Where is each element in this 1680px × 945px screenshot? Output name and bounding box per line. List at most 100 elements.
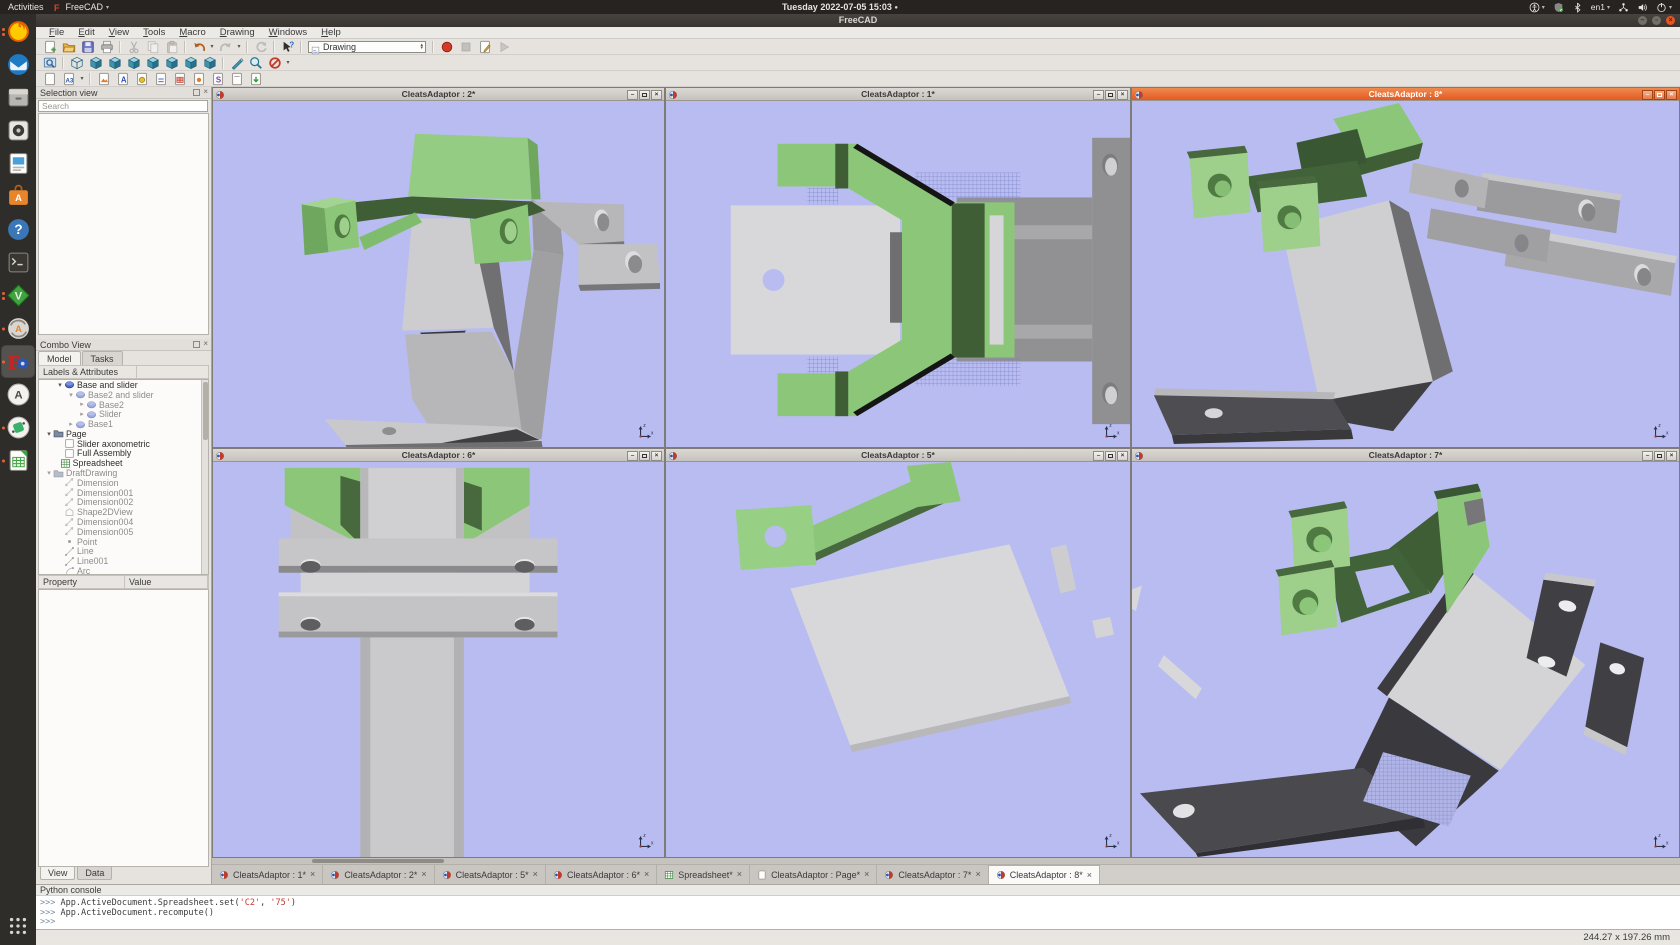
tab-tasks[interactable]: Tasks xyxy=(82,351,123,365)
tree-item-arc[interactable]: Arc xyxy=(39,566,208,575)
dock-item-gnome-boxes[interactable] xyxy=(2,412,34,443)
document-tab-cleatsadaptor-page-[interactable]: CleatsAdaptor : Page*× xyxy=(750,865,877,884)
mdi-minimize-button[interactable]: – xyxy=(627,90,638,100)
insert-view-button[interactable] xyxy=(94,71,113,86)
tree-item-base2[interactable]: ▸Base2 xyxy=(39,400,208,410)
macro-record-button[interactable] xyxy=(437,39,456,54)
menu-macro[interactable]: Macro xyxy=(172,27,212,39)
print-button[interactable] xyxy=(97,39,116,54)
expander-open-icon[interactable]: ▾ xyxy=(67,391,75,399)
tab-view[interactable]: View xyxy=(40,867,75,880)
mdi-maximize-button[interactable] xyxy=(1654,90,1665,100)
mdi-maximize-button[interactable] xyxy=(639,90,650,100)
refresh-button[interactable] xyxy=(251,39,270,54)
paste-button[interactable] xyxy=(162,39,181,54)
template-button[interactable] xyxy=(227,71,246,86)
viewport-3d[interactable]: zx xyxy=(213,101,664,447)
tab-model[interactable]: Model xyxy=(38,351,81,365)
mdi-window-titlebar[interactable]: CleatsAdaptor : 1*–× xyxy=(666,88,1130,101)
measure-distance-button[interactable] xyxy=(227,55,246,70)
property-editor[interactable] xyxy=(38,589,209,867)
viewport-3d[interactable]: zx xyxy=(666,101,1130,447)
search-input[interactable] xyxy=(38,100,208,112)
show-applications-button[interactable] xyxy=(2,911,34,941)
mdi-minimize-button[interactable]: – xyxy=(627,451,638,461)
view-front-button[interactable] xyxy=(105,55,124,70)
viewport-3d[interactable]: zx xyxy=(666,462,1130,857)
mdi-close-button[interactable]: × xyxy=(651,451,662,461)
mdi-close-button[interactable]: × xyxy=(1666,90,1677,100)
tab-close-icon[interactable]: × xyxy=(644,870,649,879)
zoom-in-button[interactable] xyxy=(246,55,265,70)
view-left-button[interactable] xyxy=(200,55,219,70)
tree-item-slider[interactable]: ▸Slider xyxy=(39,409,208,419)
python-console-header[interactable]: Python console xyxy=(36,885,1680,896)
tray-item[interactable] xyxy=(1618,2,1629,13)
close-button[interactable]: × xyxy=(1666,16,1675,25)
save-document-button[interactable] xyxy=(78,39,97,54)
mdi-minimize-button[interactable]: – xyxy=(1093,451,1104,461)
dock-item-help[interactable]: ? xyxy=(2,214,34,245)
new-a3-page-button[interactable]: A3 xyxy=(59,71,78,86)
minimize-button[interactable]: – xyxy=(1638,16,1647,25)
chevron-down-icon[interactable]: ▾ xyxy=(208,43,216,50)
tray-item[interactable]: ▾ xyxy=(1656,2,1672,13)
panel-close-icon[interactable]: × xyxy=(203,340,208,348)
tab-close-icon[interactable]: × xyxy=(1087,871,1092,880)
view-right-button[interactable] xyxy=(143,55,162,70)
document-tab-cleatsadaptor-7-[interactable]: CleatsAdaptor : 7*× xyxy=(877,865,988,884)
expander-closed-icon[interactable]: ▸ xyxy=(78,410,86,418)
fit-all-button[interactable] xyxy=(40,55,59,70)
viewport-3d[interactable]: zx xyxy=(1132,462,1679,857)
ortho-views-button[interactable] xyxy=(189,71,208,86)
mdi-scrollbar-thumb[interactable] xyxy=(312,859,444,863)
tree-item-base1[interactable]: ▸Base1 xyxy=(39,419,208,429)
selection-list[interactable] xyxy=(38,113,209,335)
view-top-button[interactable] xyxy=(124,55,143,70)
dock-item-terminal[interactable] xyxy=(2,247,34,278)
expander-open-icon[interactable]: ▾ xyxy=(56,381,64,389)
menu-windows[interactable]: Windows xyxy=(262,27,315,39)
mdi-close-button[interactable]: × xyxy=(651,90,662,100)
tree-item-base2-and-slider[interactable]: ▾Base2 and slider xyxy=(39,390,208,400)
expander-closed-icon[interactable]: ▸ xyxy=(67,420,75,428)
chevron-down-icon[interactable]: ▾ xyxy=(235,43,243,50)
tab-close-icon[interactable]: × xyxy=(310,870,315,879)
macro-edit-button[interactable] xyxy=(475,39,494,54)
new-page-button[interactable] xyxy=(40,71,59,86)
menu-help[interactable]: Help xyxy=(314,27,348,39)
dock-item-ubuntu-software[interactable]: A xyxy=(2,181,34,212)
draft-view-button[interactable] xyxy=(151,71,170,86)
view-rear-button[interactable] xyxy=(162,55,181,70)
tree-item-spreadsheet[interactable]: Spreadsheet xyxy=(39,458,208,468)
mdi-minimize-button[interactable]: – xyxy=(1642,451,1653,461)
document-tab-cleatsadaptor-8-[interactable]: CleatsAdaptor : 8*× xyxy=(989,865,1100,884)
tray-item[interactable] xyxy=(1572,2,1583,13)
cut-button[interactable] xyxy=(124,39,143,54)
dock-item-app-launcher-a[interactable]: A xyxy=(2,379,34,410)
undo-button[interactable] xyxy=(189,39,208,54)
menu-drawing[interactable]: Drawing xyxy=(213,27,262,39)
mdi-close-button[interactable]: × xyxy=(1666,451,1677,461)
panel-float-icon[interactable] xyxy=(193,341,200,348)
viewport-3d[interactable]: zx xyxy=(213,462,664,857)
mdi-window-titlebar[interactable]: CleatsAdaptor : 8*–× xyxy=(1132,88,1679,101)
mdi-window-titlebar[interactable]: CleatsAdaptor : 5*–× xyxy=(666,449,1130,462)
tray-item[interactable]: ▾ xyxy=(1529,2,1545,13)
tree-item-base-and-slider[interactable]: ▾Base and slider xyxy=(39,380,208,390)
symbol-button[interactable]: S xyxy=(208,71,227,86)
expander-closed-icon[interactable]: ▸ xyxy=(78,400,86,408)
workbench-selector[interactable]: Drawing▴▾ xyxy=(308,41,426,53)
clock-label[interactable]: Tuesday 2022-07-05 15:03 xyxy=(782,2,892,12)
tab-close-icon[interactable]: × xyxy=(737,870,742,879)
dock-item-thunderbird[interactable] xyxy=(2,49,34,80)
mdi-maximize-button[interactable] xyxy=(639,451,650,461)
copy-button[interactable] xyxy=(143,39,162,54)
tab-close-icon[interactable]: × xyxy=(533,870,538,879)
viewport-3d[interactable]: zx xyxy=(1132,101,1679,447)
tab-close-icon[interactable]: × xyxy=(864,870,869,879)
dock-item-media-player[interactable] xyxy=(2,115,34,146)
mdi-minimize-button[interactable]: – xyxy=(1093,90,1104,100)
chevron-down-icon[interactable]: ▾ xyxy=(284,59,292,66)
dock-item-file-manager[interactable] xyxy=(2,82,34,113)
